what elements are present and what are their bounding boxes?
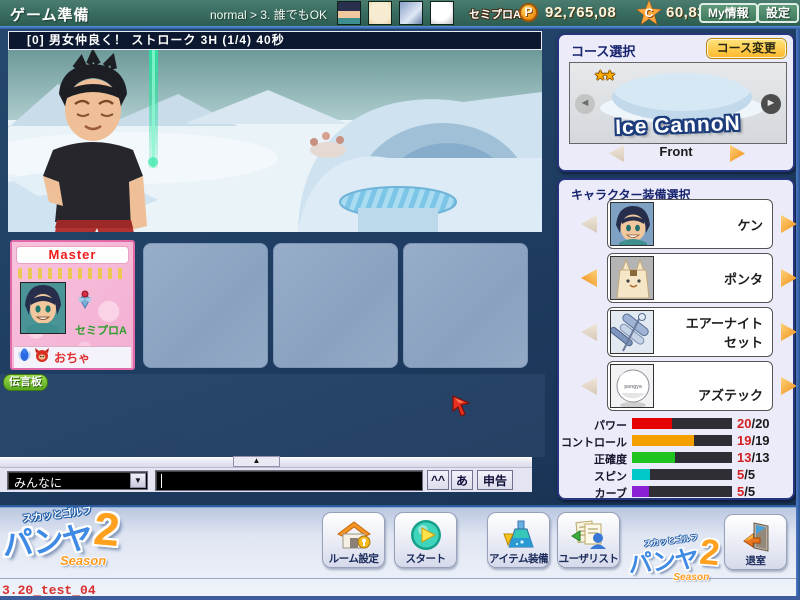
character-name: ケン [737, 215, 763, 234]
club-next-arrow[interactable] [781, 323, 797, 341]
stat-bar [632, 418, 732, 429]
ball-next-arrow[interactable] [781, 377, 797, 395]
chat-input-bar: みんなに ▼ ^^ あ 申告 [0, 467, 532, 492]
chat-collapse-button[interactable]: ▲ [233, 456, 280, 467]
mouse-cursor [452, 395, 472, 417]
stat-row-accuracy: 正確度 13/13 [559, 450, 797, 465]
empty-player-slot [403, 243, 528, 368]
room-settings-button[interactable]: ルーム設定 [322, 512, 385, 568]
equipped-club-thumb [399, 1, 423, 25]
chat-target-dropdown[interactable]: みんなに ▼ [7, 471, 148, 490]
room-title-bar: [0] 男女仲良く！ ストローク 3H (1/4) 40秒 [8, 31, 542, 50]
course-difficulty-stars: ★★ [594, 67, 613, 84]
pang-coin-icon: P [519, 3, 538, 22]
flask-icon [488, 519, 549, 551]
caddie-image [610, 256, 654, 300]
character-prev-arrow[interactable] [581, 215, 597, 233]
my-info-button[interactable]: My情報 [699, 3, 758, 23]
title-bar: ゲーム準備 normal > 3. 誰でもOK セミプロA P 92,765,0… [0, 0, 800, 26]
stat-bar [632, 452, 732, 463]
window-title: ゲーム準備 [10, 4, 90, 25]
course-preview: ★★ ◄ ► Ice CannoN [569, 62, 787, 144]
game-lobby-window: ゲーム準備 normal > 3. 誰でもOK セミプロA P 92,765,0… [0, 0, 800, 600]
pang-amount: 92,765,08 [545, 4, 616, 21]
chat-collapse-bar: ▲ [0, 457, 532, 467]
caddie-next-arrow[interactable] [781, 269, 797, 287]
course-side-row: Front [559, 144, 793, 164]
club-set-name: エアーナイト [686, 313, 763, 332]
player-name: おちゃ [54, 349, 90, 366]
ball-name: アズテック [698, 385, 763, 404]
message-board-button[interactable]: 伝言板 [3, 374, 48, 391]
course-side-label: Front [559, 144, 793, 159]
game-preview [8, 50, 542, 232]
pangya-logo: スカッとゴルフ パンヤ 2 Season [2, 506, 162, 578]
club-set-image [610, 310, 654, 354]
angel-icon [17, 347, 32, 368]
devil-icon [34, 347, 50, 368]
course-select-panel: コース選択 コース変更 ★★ ◄ ► Ice CannoN Front [557, 33, 795, 172]
stat-row-control: コントロール 19/19 [559, 433, 797, 448]
card-perforation [18, 268, 127, 279]
stat-bar [632, 435, 732, 446]
course-panel-title: コース選択 [571, 41, 635, 60]
master-label: Master [16, 246, 129, 264]
caddie-prev-arrow[interactable] [581, 269, 597, 287]
chat-message-input[interactable] [155, 470, 423, 491]
report-button[interactable]: 申告 [477, 470, 513, 490]
ball-prev-arrow[interactable] [581, 377, 597, 395]
character-image [610, 202, 654, 246]
player-rank: セミプロA [70, 322, 132, 338]
character-next-arrow[interactable] [781, 215, 797, 233]
club-select-row[interactable]: エアーナイト セット [607, 307, 773, 357]
trophy-icon [76, 290, 94, 315]
stat-row-curve: カーブ 5/5 [559, 484, 797, 499]
ime-mode-button[interactable]: あ [451, 470, 473, 490]
equipped-character-thumb [337, 1, 361, 25]
equipped-ball-thumb [430, 1, 454, 25]
player-avatar [20, 282, 66, 334]
stat-bar [632, 469, 732, 480]
settings-button[interactable]: 設定 [757, 3, 799, 23]
character-select-row[interactable]: ケン [607, 199, 773, 249]
player-name-bar: おちゃ [14, 346, 131, 368]
caddie-select-row[interactable]: ポンタ [607, 253, 773, 303]
stat-bar [632, 486, 732, 497]
ball-image: pangya [610, 364, 654, 408]
stat-row-power: パワー 20/20 [559, 416, 797, 431]
chevron-down-icon[interactable]: ▼ [130, 473, 146, 488]
emote-button[interactable]: ^^ [427, 470, 449, 490]
house-wrench-icon [323, 519, 384, 551]
empty-player-slot [143, 243, 268, 368]
club-prev-arrow[interactable] [581, 323, 597, 341]
start-button[interactable]: スタート [394, 512, 457, 568]
equipped-caddie-thumb [368, 1, 392, 25]
play-icon [395, 519, 456, 551]
cookie-star-icon: C [637, 1, 661, 25]
course-change-button[interactable]: コース変更 [707, 39, 786, 58]
svg-text:pangya: pangya [624, 384, 642, 390]
course-prev-button[interactable]: ◄ [575, 94, 595, 114]
topbar-divider [0, 26, 800, 29]
empty-player-slot [273, 243, 398, 368]
user-list-button[interactable]: ユーザリスト [557, 512, 620, 568]
lobby-breadcrumb: normal > 3. 誰でもOK [210, 6, 327, 23]
player-card-master: Master セミプロA [10, 240, 135, 370]
user-list-icon [558, 519, 619, 551]
chat-target-value: みんなに [14, 474, 62, 491]
ball-select-row[interactable]: pangya アズテック [607, 361, 773, 411]
stat-row-spin: スピン 5/5 [559, 467, 797, 482]
course-name: Ice CannoN [570, 110, 787, 142]
caddie-name: ポンタ [724, 269, 763, 288]
item-equip-button[interactable]: アイテム装備 [487, 512, 550, 568]
equipment-panel: キャラクター装備選択 ケン [557, 178, 795, 500]
text-caret [161, 474, 162, 488]
pangya-logo-small: スカッとゴルフ パンヤ 2 Season [628, 534, 753, 590]
bottom-edge [0, 596, 800, 600]
right-edge [796, 29, 800, 596]
player-rank-badge: セミプロA [469, 6, 521, 22]
